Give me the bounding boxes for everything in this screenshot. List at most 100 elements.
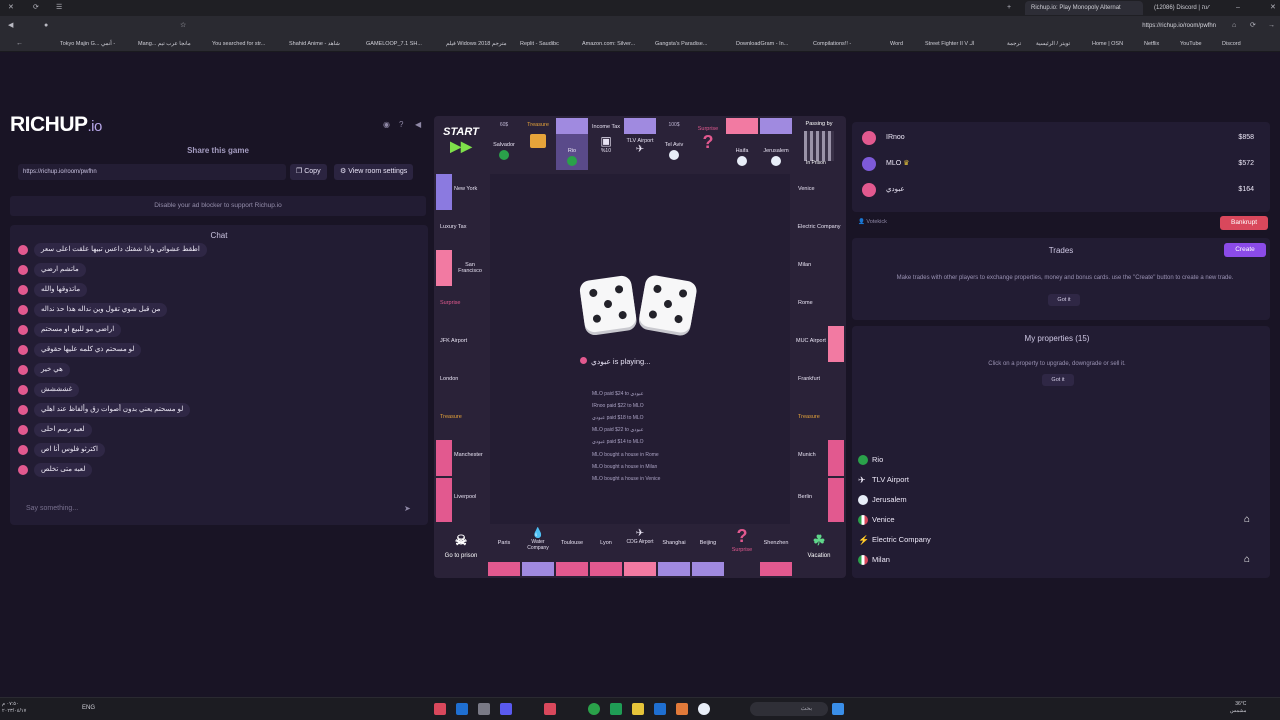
player-row[interactable]: MLO ♛ $572 bbox=[862, 154, 1262, 174]
bookmark[interactable]: DownloadGram - In... bbox=[736, 39, 788, 49]
tile-venice[interactable]: Venice bbox=[794, 174, 844, 210]
bookmark[interactable]: Home | OSN bbox=[1092, 39, 1123, 49]
copy-button[interactable]: ❐ Copy bbox=[290, 164, 327, 180]
tile-rome[interactable]: Rome bbox=[794, 288, 844, 324]
tile-san-francisco[interactable]: San Francisco bbox=[436, 250, 486, 286]
send-icon[interactable]: ➤ bbox=[404, 504, 411, 513]
tile-jerusalem[interactable]: Jerusalem bbox=[760, 118, 792, 170]
bookmark[interactable]: فيلم Widows 2018 مترجم bbox=[446, 39, 507, 49]
reload-icon[interactable]: ⟳ bbox=[33, 3, 39, 12]
property-row[interactable]: Rio bbox=[858, 450, 1258, 470]
back-arrow-icon[interactable]: ← bbox=[16, 39, 23, 48]
new-tab-icon[interactable]: + bbox=[1007, 3, 1011, 12]
word-icon[interactable] bbox=[654, 703, 666, 715]
tile-berlin[interactable]: Berlin bbox=[794, 478, 844, 522]
tile-munich[interactable]: Munich bbox=[794, 440, 844, 476]
bankrupt-button[interactable]: Bankrupt bbox=[1220, 216, 1268, 230]
bookmark[interactable]: GAMELOOP_7.1 SH... bbox=[366, 39, 422, 49]
bookmark[interactable]: Street Fighter II V الـ bbox=[925, 39, 974, 49]
tile-water-company[interactable]: 💧 Water Company bbox=[522, 526, 554, 576]
bookmark[interactable]: ترجمة bbox=[1007, 39, 1021, 49]
property-row[interactable]: Venice ⌂ bbox=[858, 510, 1258, 530]
share-url-field[interactable]: https://richup.io/room/pwfhn bbox=[18, 164, 286, 180]
richup-logo[interactable]: RICHUP.io bbox=[10, 113, 102, 137]
go-to-prison-corner[interactable]: ☠ Go to prison bbox=[436, 526, 486, 576]
tile-tel-aviv[interactable]: 100$ Tel Aviv bbox=[658, 118, 690, 170]
close-icon[interactable]: ✕ bbox=[1270, 3, 1276, 12]
tile-milan[interactable]: Milan bbox=[794, 250, 844, 286]
menu-icon[interactable]: ☰ bbox=[56, 3, 62, 12]
sound-icon[interactable]: ◀ bbox=[415, 120, 421, 129]
got-it-button[interactable]: Got it bbox=[1048, 294, 1080, 306]
chrome-icon[interactable] bbox=[698, 703, 710, 715]
tile-paris[interactable]: Paris bbox=[488, 526, 520, 576]
property-row[interactable]: Jerusalem bbox=[858, 490, 1258, 510]
tile-cdg-airport[interactable]: ✈ CDG Airport bbox=[624, 526, 656, 576]
bookmark[interactable]: Discord bbox=[1222, 39, 1241, 49]
minimize-icon[interactable]: – bbox=[1236, 3, 1240, 12]
tile-tlv-airport[interactable]: TLV Airport ✈ bbox=[624, 118, 656, 170]
tile-luxury-tax[interactable]: Luxury Tax bbox=[436, 212, 486, 248]
folder-icon[interactable] bbox=[632, 703, 644, 715]
bookmark[interactable]: You searched for str... bbox=[212, 39, 265, 49]
bookmark[interactable]: Compilations!! - bbox=[813, 39, 851, 49]
tile-income-tax[interactable]: Income Tax ▣ %10 bbox=[590, 118, 622, 170]
tab-discord[interactable]: (12086) Discord | הודעה bbox=[1148, 1, 1210, 15]
url-field[interactable]: https://richup.io/room/pwfhn bbox=[1142, 19, 1216, 33]
close-window-icon[interactable]: ✕ bbox=[8, 3, 14, 12]
tile-rio[interactable]: Rio bbox=[556, 118, 588, 170]
brave-icon[interactable] bbox=[676, 703, 688, 715]
chat-input[interactable]: Say something... bbox=[18, 500, 418, 518]
bookmark[interactable]: Netflix bbox=[1144, 39, 1159, 49]
reload-icon[interactable]: ⟳ bbox=[1250, 21, 1256, 30]
tab-richup[interactable]: Richup.io: Play Monopoly Alternat bbox=[1025, 1, 1143, 15]
forward-icon[interactable]: → bbox=[1268, 21, 1275, 30]
got-it-button[interactable]: Got it bbox=[1042, 374, 1074, 386]
property-row[interactable]: Milan ⌂ bbox=[858, 550, 1258, 570]
app-icon[interactable] bbox=[544, 703, 556, 715]
prison-corner[interactable]: Passing by In Prison bbox=[794, 118, 844, 170]
bookmark[interactable]: Amazon.com: Silver... bbox=[582, 39, 635, 49]
app-icon[interactable] bbox=[434, 703, 446, 715]
discord-icon[interactable]: ◉ bbox=[383, 120, 390, 129]
tile-london[interactable]: London bbox=[436, 364, 486, 400]
taskbar-search[interactable]: بحث bbox=[750, 702, 828, 716]
start-corner[interactable]: START ▶▶ bbox=[436, 118, 486, 170]
tile-haifa[interactable]: Haifa bbox=[726, 118, 758, 170]
profile-icon[interactable]: ● bbox=[44, 21, 48, 30]
bookmark[interactable]: Gangsta's Paradise... bbox=[655, 39, 707, 49]
tile-shanghai[interactable]: Shanghai bbox=[658, 526, 690, 576]
weather-widget[interactable]: 36°C مشمس bbox=[1230, 701, 1246, 715]
tile-treasure[interactable]: Treasure bbox=[522, 118, 554, 170]
excel-icon[interactable] bbox=[610, 703, 622, 715]
tile-muc-airport[interactable]: MUC Airport bbox=[794, 326, 844, 362]
tile-liverpool[interactable]: Liverpool bbox=[436, 478, 486, 522]
property-row[interactable]: ✈ TLV Airport bbox=[858, 470, 1258, 490]
tile-toulouse[interactable]: Toulouse bbox=[556, 526, 588, 576]
spotify-icon[interactable] bbox=[588, 703, 600, 715]
tile-surprise-left[interactable]: Surprise bbox=[436, 288, 486, 324]
clock[interactable]: ٠٧:٥٠ م ٢٠٢٣/٠٤/١٧ bbox=[2, 701, 26, 715]
tile-treasure-right[interactable]: Treasure bbox=[794, 402, 844, 438]
edge-icon[interactable] bbox=[456, 703, 468, 715]
create-trade-button[interactable]: Create bbox=[1224, 243, 1266, 257]
tile-lyon[interactable]: Lyon bbox=[590, 526, 622, 576]
bookmark[interactable]: Tokyo Majin G... أنمي - bbox=[60, 39, 115, 49]
home-icon[interactable]: ⌂ bbox=[1232, 21, 1236, 30]
language-indicator[interactable]: ENG bbox=[82, 705, 95, 711]
app-icon[interactable] bbox=[500, 703, 512, 715]
bookmark[interactable]: Mang... مانجا عرب تيم bbox=[138, 39, 191, 49]
tile-surprise-bottom[interactable]: ? Surprise bbox=[726, 526, 758, 576]
windows-start-icon[interactable] bbox=[832, 703, 844, 715]
bookmark[interactable]: تويتر / الرئيسية bbox=[1036, 39, 1070, 49]
star-icon[interactable]: ☆ bbox=[180, 21, 186, 30]
back-icon[interactable]: ◀ bbox=[8, 21, 13, 30]
tile-shenzhen[interactable]: Shenzhen bbox=[760, 526, 792, 576]
tile-jfk-airport[interactable]: JFK Airport bbox=[436, 326, 486, 362]
tile-salvador[interactable]: 60$ Salvador bbox=[488, 118, 520, 170]
tile-new-york[interactable]: New York bbox=[436, 174, 486, 210]
property-row[interactable]: ⚡ Electric Company bbox=[858, 530, 1258, 550]
tile-frankfurt[interactable]: Frankfurt bbox=[794, 364, 844, 400]
bookmark[interactable]: Shahid Anime - شاهد bbox=[289, 39, 340, 49]
player-row[interactable]: IRnoo $858 bbox=[862, 128, 1262, 148]
